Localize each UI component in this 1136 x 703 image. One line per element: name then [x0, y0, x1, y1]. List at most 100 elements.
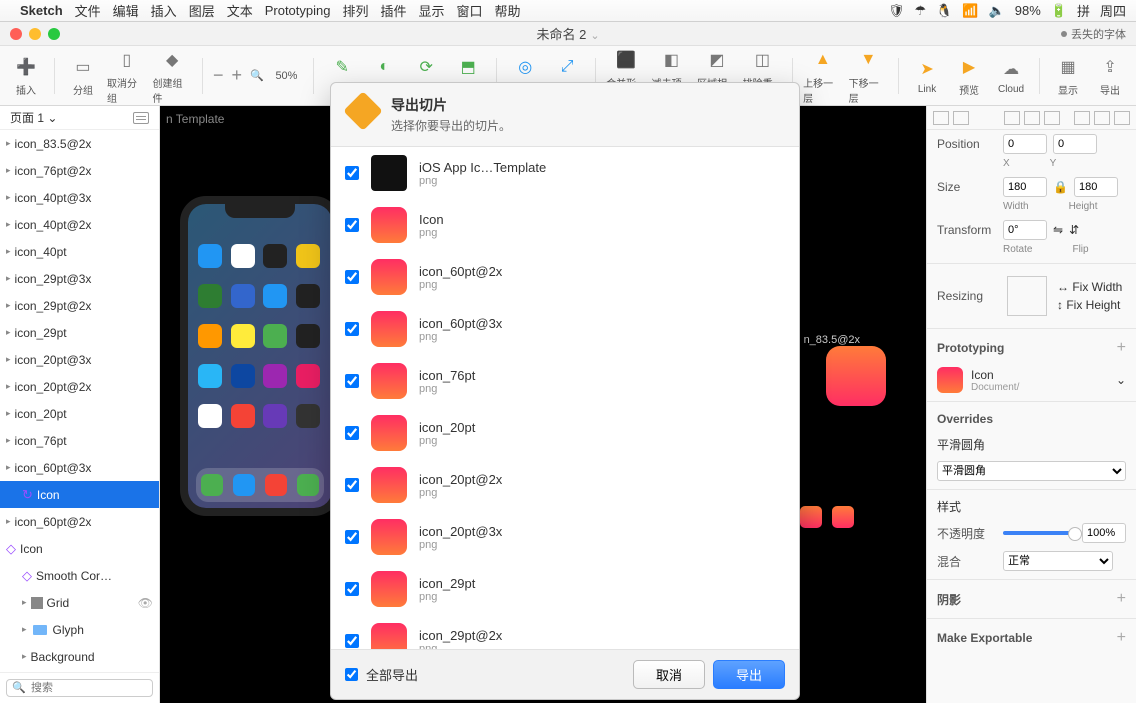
cancel-button[interactable]: 取消: [633, 660, 705, 689]
menu-insert[interactable]: 插入: [151, 1, 177, 20]
sidebar-item[interactable]: ▸icon_29pt: [0, 319, 159, 346]
lock-icon[interactable]: 🔒: [1053, 180, 1068, 194]
width-input[interactable]: [1003, 177, 1047, 197]
export-item-checkbox[interactable]: [345, 530, 359, 544]
export-item[interactable]: icon_29pt@2xpng: [331, 615, 799, 650]
close-window-button[interactable]: [10, 28, 22, 40]
menu-arrange[interactable]: 排列: [342, 1, 368, 20]
menu-file[interactable]: 文件: [75, 1, 101, 20]
menu-layer[interactable]: 图层: [189, 1, 215, 20]
cloud-button[interactable]: ☁Cloud: [993, 56, 1029, 95]
sidebar-item[interactable]: ▸icon_29pt@3x: [0, 265, 159, 292]
sidebar-item[interactable]: ▸Glyph: [0, 616, 159, 643]
missing-fonts-indicator[interactable]: 丢失的字体: [1061, 26, 1126, 42]
opacity-slider[interactable]: [1003, 531, 1076, 535]
smooth-corners-select[interactable]: 平滑圆角: [937, 461, 1126, 481]
group-button[interactable]: ▭分组: [65, 54, 101, 97]
input-method[interactable]: 拼: [1077, 1, 1090, 20]
sidebar-item[interactable]: ▸icon_20pt@2x: [0, 373, 159, 400]
forward-button[interactable]: ▲上移一层: [803, 47, 842, 105]
add-prototype-button[interactable]: +: [1117, 339, 1126, 357]
sidebar-item[interactable]: ▸icon_20pt: [0, 400, 159, 427]
show-button[interactable]: ▦显示: [1050, 54, 1086, 97]
export-item-checkbox[interactable]: [345, 270, 359, 284]
app-name[interactable]: Sketch: [20, 3, 63, 18]
layer-search-input[interactable]: [6, 679, 153, 697]
export-item-checkbox[interactable]: [345, 478, 359, 492]
backward-button[interactable]: ▼下移一层: [849, 47, 888, 105]
umbrella-icon[interactable]: ☂: [915, 3, 927, 19]
add-export-button[interactable]: +: [1117, 629, 1126, 647]
align-tabs[interactable]: [927, 106, 1136, 130]
export-item[interactable]: icon_20pt@3xpng: [331, 511, 799, 563]
sidebar-item[interactable]: ▸icon_83.5@2x: [0, 130, 159, 157]
wifi-icon[interactable]: 📶: [962, 3, 978, 19]
create-symbol-button[interactable]: ◆创建组件: [152, 47, 191, 105]
menu-view[interactable]: 显示: [419, 1, 445, 20]
zoom-window-button[interactable]: [48, 28, 60, 40]
sidebar-item[interactable]: ▸icon_60pt@3x: [0, 454, 159, 481]
preview-button[interactable]: ▶预览: [951, 54, 987, 97]
height-input[interactable]: [1074, 177, 1118, 197]
blend-select[interactable]: 正常: [1003, 551, 1113, 571]
export-item-checkbox[interactable]: [345, 166, 359, 180]
battery-icon[interactable]: 🔋: [1051, 3, 1067, 19]
zoom-out-button[interactable]: −: [213, 65, 224, 86]
opacity-input[interactable]: [1082, 523, 1126, 543]
pages-menu-icon[interactable]: [133, 112, 149, 124]
fix-height-toggle[interactable]: ↕ Fix Height: [1057, 298, 1122, 312]
artboard-icon-large[interactable]: [826, 346, 886, 406]
flip-h-icon[interactable]: ⇋: [1053, 223, 1063, 237]
sidebar-item[interactable]: ▸Background: [0, 643, 159, 670]
pos-x-input[interactable]: [1003, 134, 1047, 154]
add-shadow-button[interactable]: +: [1117, 590, 1126, 608]
sidebar-item[interactable]: ▸icon_29pt@2x: [0, 292, 159, 319]
insert-button[interactable]: ➕插入: [8, 54, 44, 97]
sidebar-item[interactable]: ↻Icon: [0, 481, 159, 508]
export-item-checkbox[interactable]: [345, 322, 359, 336]
sidebar-item[interactable]: ▸icon_20pt@3x: [0, 346, 159, 373]
pos-y-input[interactable]: [1053, 134, 1097, 154]
sidebar-item[interactable]: ▸icon_60pt@2x: [0, 508, 159, 535]
chevron-down-icon[interactable]: ⌄: [1116, 373, 1126, 387]
visibility-icon[interactable]: 👁: [138, 596, 153, 610]
resizing-control[interactable]: [1007, 276, 1047, 316]
penguin-icon[interactable]: 🐧: [936, 3, 952, 19]
export-item-checkbox[interactable]: [345, 634, 359, 648]
export-item-checkbox[interactable]: [345, 374, 359, 388]
prototype-item[interactable]: IconDocument/ ⌄: [927, 363, 1136, 397]
ungroup-button[interactable]: ▯取消分组: [107, 47, 146, 105]
volume-icon[interactable]: 🔈: [989, 3, 1005, 19]
artboard-icon-small[interactable]: [800, 506, 822, 528]
sidebar-item[interactable]: ▸Grid👁: [0, 589, 159, 616]
export-item[interactable]: Iconpng: [331, 199, 799, 251]
export-item-checkbox[interactable]: [345, 426, 359, 440]
sidebar-item[interactable]: ◇Smooth Cor…: [0, 562, 159, 589]
export-item[interactable]: icon_76ptpng: [331, 355, 799, 407]
sidebar-item[interactable]: ▸icon_40pt@3x: [0, 184, 159, 211]
export-item-checkbox[interactable]: [345, 218, 359, 232]
export-item[interactable]: icon_60pt@3xpng: [331, 303, 799, 355]
pages-dropdown[interactable]: 页面 1 ⌄: [0, 106, 159, 130]
zoom-in-button[interactable]: +: [231, 65, 242, 86]
sidebar-item[interactable]: ▸icon_76pt@2x: [0, 157, 159, 184]
minimize-window-button[interactable]: [29, 28, 41, 40]
sidebar-item[interactable]: ▸icon_40pt: [0, 238, 159, 265]
magnify-icon[interactable]: 🔍: [250, 69, 264, 82]
sidebar-item[interactable]: ▸icon_76pt: [0, 427, 159, 454]
export-all-checkbox[interactable]: [345, 668, 358, 681]
menu-help[interactable]: 帮助: [495, 1, 521, 20]
sidebar-item[interactable]: ▸icon_40pt@2x: [0, 211, 159, 238]
export-item-checkbox[interactable]: [345, 582, 359, 596]
menu-plugins[interactable]: 插件: [381, 1, 407, 20]
export-item[interactable]: icon_20pt@2xpng: [331, 459, 799, 511]
flip-v-icon[interactable]: ⇵: [1069, 223, 1079, 237]
clock[interactable]: 周四: [1100, 1, 1126, 20]
rotate-input[interactable]: [1003, 220, 1047, 240]
export-item[interactable]: icon_20ptpng: [331, 407, 799, 459]
export-confirm-button[interactable]: 导出: [713, 660, 785, 689]
export-item[interactable]: icon_60pt@2xpng: [331, 251, 799, 303]
menu-text[interactable]: 文本: [227, 1, 253, 20]
menu-window[interactable]: 窗口: [457, 1, 483, 20]
shield-icon[interactable]: 🛡: [888, 3, 905, 19]
